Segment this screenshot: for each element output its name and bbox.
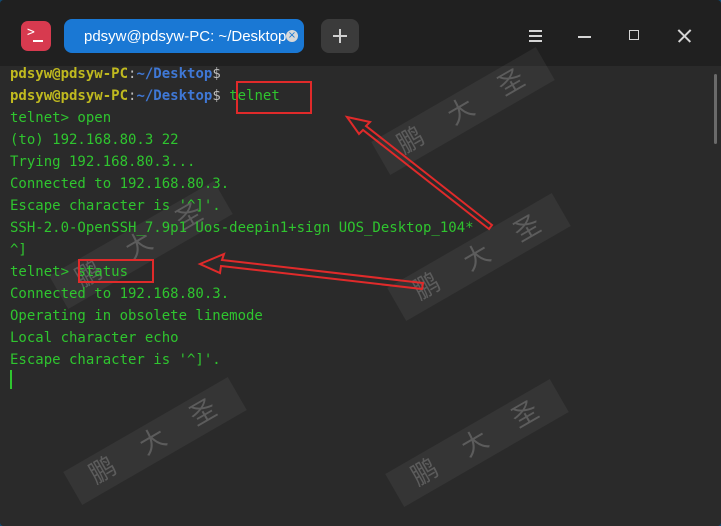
- annotation-arrow-telnet: [344, 115, 494, 231]
- annotation-arrow-status: [197, 252, 425, 291]
- annotation-arrows: [197, 115, 494, 291]
- terminal-window: > pdsyw@pdsyw-PC: ~/Desktop × 鹏 大 圣 鹏 大 …: [0, 0, 721, 526]
